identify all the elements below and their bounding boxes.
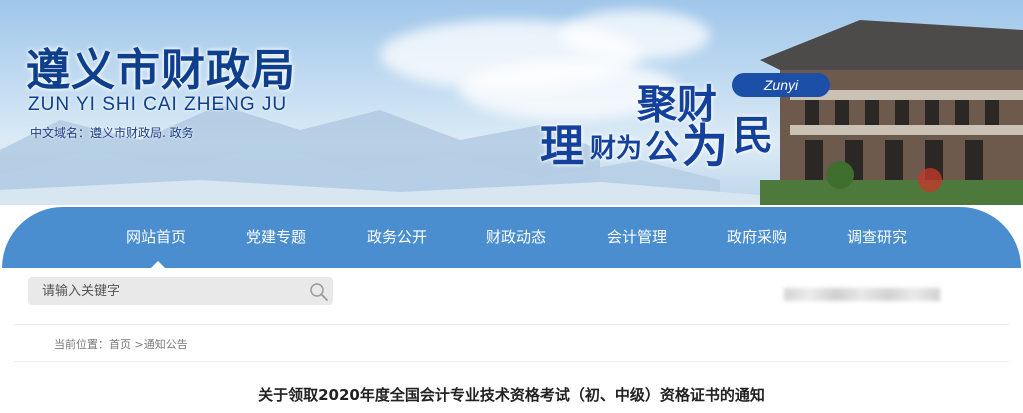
site-pinyin: ZUN YI SHI CAI ZHENG JU — [28, 94, 288, 115]
slogan-gong: 公 — [645, 128, 679, 168]
redacted-text — [784, 288, 940, 301]
breadcrumb-label: 当前位置： — [54, 338, 109, 351]
chinese-domain-label: 中文域名：遵义市财政局. 政务 — [30, 126, 194, 140]
nav-item-accounting[interactable]: 会计管理 — [607, 207, 667, 268]
magnifier-icon[interactable] — [308, 281, 330, 303]
slogan-min: 民 — [733, 113, 773, 159]
nav-item-research[interactable]: 调查研究 — [847, 207, 907, 268]
nav-item-home[interactable]: 网站首页 — [126, 207, 186, 268]
divider — [14, 361, 1009, 362]
main-nav: 网站首页 党建专题 政务公开 财政动态 会计管理 政府采购 调查研究 — [2, 207, 1021, 268]
article-title: 关于领取2020年度全国会计专业技术资格考试（初、中级）资格证书的通知 — [258, 386, 765, 404]
search-input[interactable] — [28, 277, 312, 305]
breadcrumb-current-link[interactable]: 通知公告 — [144, 338, 188, 351]
slogan-li: 理 — [540, 121, 584, 172]
nav-item-party-building[interactable]: 党建专题 — [246, 207, 306, 268]
breadcrumb-separator: > — [131, 338, 144, 351]
nav-item-finance-news[interactable]: 财政动态 — [486, 207, 546, 268]
active-nav-indicator — [151, 261, 165, 268]
nav-item-procurement[interactable]: 政府采购 — [727, 207, 787, 268]
divider — [14, 324, 1009, 325]
breadcrumb-home-link[interactable]: 首页 — [109, 338, 131, 351]
slogan-wei: 为 — [682, 119, 728, 173]
breadcrumb: 当前位置：首页 >通知公告 — [54, 336, 188, 352]
header-banner: 遵义市财政局 ZUN YI SHI CAI ZHENG JU 中文域名：遵义市财… — [0, 0, 1023, 205]
site-title: 遵义市财政局 — [26, 45, 296, 96]
nav-item-government-affairs[interactable]: 政务公开 — [367, 207, 427, 268]
search-box — [28, 277, 333, 305]
slogan-caiwei: 财为 — [590, 134, 643, 164]
zunyi-pill: Zunyi — [732, 73, 830, 97]
